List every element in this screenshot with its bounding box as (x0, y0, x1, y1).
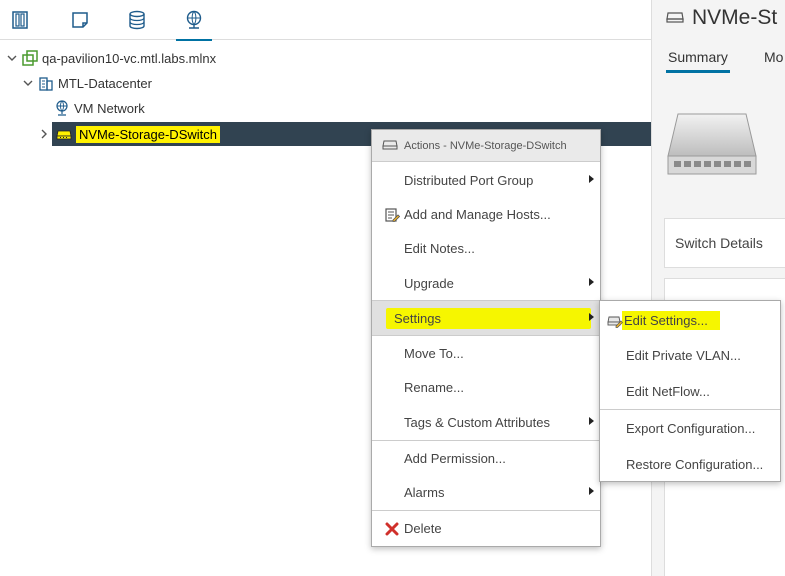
menu-item-tags-custom-attributes[interactable]: Tags & Custom Attributes (372, 405, 600, 439)
tab-summary[interactable]: Summary (666, 49, 730, 73)
menu-item-distributed-port-group[interactable]: Distributed Port Group (372, 163, 600, 197)
submenu-arrow-icon (589, 417, 594, 425)
switch-details-label: Switch Details (675, 235, 763, 251)
context-menu-header: Actions - NVMe-Storage-DSwitch (372, 130, 600, 162)
detail-tabs: Summary Mo (666, 47, 785, 73)
submenu-item-edit-private-vlan[interactable]: Edit Private VLAN... (600, 338, 780, 372)
submenu-item-edit-netflow[interactable]: Edit NetFlow... (600, 374, 780, 408)
submenu-item-export-configuration[interactable]: Export Configuration... (600, 411, 780, 445)
switch-image (666, 108, 760, 183)
menu-item-upgrade[interactable]: Upgrade (372, 266, 600, 300)
object-title-text: NVMe-St (692, 6, 778, 29)
delete-icon (384, 521, 400, 537)
menu-item-rename[interactable]: Rename... (372, 370, 600, 404)
menu-item-settings[interactable]: Settings (372, 301, 600, 335)
menu-divider (600, 409, 780, 410)
submenu-item-restore-configuration[interactable]: Restore Configuration... (600, 447, 780, 481)
context-menu-title: Actions - NVMe-Storage-DSwitch (404, 139, 567, 152)
submenu-arrow-icon (589, 175, 594, 183)
vms-templates-icon[interactable] (68, 8, 92, 32)
network-icon (54, 100, 70, 116)
dswitch-icon (56, 126, 72, 142)
context-menu: Actions - NVMe-Storage-DSwitch Distribut… (371, 129, 601, 547)
menu-item-alarms[interactable]: Alarms (372, 475, 600, 509)
submenu-arrow-icon (589, 313, 594, 321)
settings-submenu: Edit Settings... Edit Private VLAN... Ed… (599, 300, 781, 482)
vcenter-label: qa-pavilion10-vc.mtl.labs.mlnx (42, 50, 217, 66)
add-hosts-icon (384, 207, 400, 223)
switch-details-card[interactable]: Switch Details (664, 218, 785, 268)
networking-icon[interactable] (176, 8, 212, 41)
datacenter-icon (38, 75, 54, 91)
edit-settings-icon (607, 314, 623, 328)
menu-item-add-permission[interactable]: Add Permission... (372, 441, 600, 475)
tree-node-vcenter[interactable]: qa-pavilion10-vc.mtl.labs.mlnx (6, 47, 216, 69)
submenu-item-edit-settings[interactable]: Edit Settings... (600, 303, 780, 337)
submenu-arrow-icon (589, 278, 594, 286)
menu-item-edit-notes[interactable]: Edit Notes... (372, 231, 600, 265)
chevron-down-icon[interactable] (22, 77, 34, 89)
tree-node-datacenter[interactable]: MTL-Datacenter (22, 72, 152, 94)
menu-item-move-to[interactable]: Move To... (372, 336, 600, 370)
menu-item-delete[interactable]: Delete (372, 511, 600, 545)
dswitch-icon (382, 140, 398, 151)
summary-card (664, 82, 785, 208)
storage-icon[interactable] (125, 8, 149, 32)
dswitch-label: NVMe-Storage-DSwitch (76, 125, 220, 143)
dswitch-icon (666, 11, 684, 26)
chevron-down-icon[interactable] (6, 52, 18, 64)
datacenter-label: MTL-Datacenter (58, 75, 152, 91)
vcenter-icon (22, 50, 38, 66)
inventory-tabs (0, 0, 651, 41)
chevron-right-icon[interactable] (38, 123, 50, 145)
submenu-arrow-icon (589, 487, 594, 495)
hosts-clusters-icon[interactable] (8, 8, 32, 32)
details-panel: NVMe-St Summary Mo Switch Details (651, 0, 785, 576)
menu-item-add-manage-hosts[interactable]: Add and Manage Hosts... (372, 197, 600, 231)
tree-node-vm-network[interactable]: VM Network (38, 97, 145, 119)
object-title: NVMe-St (666, 6, 777, 30)
tab-monitor[interactable]: Mo (764, 49, 783, 65)
vm-network-label: VM Network (74, 100, 145, 116)
